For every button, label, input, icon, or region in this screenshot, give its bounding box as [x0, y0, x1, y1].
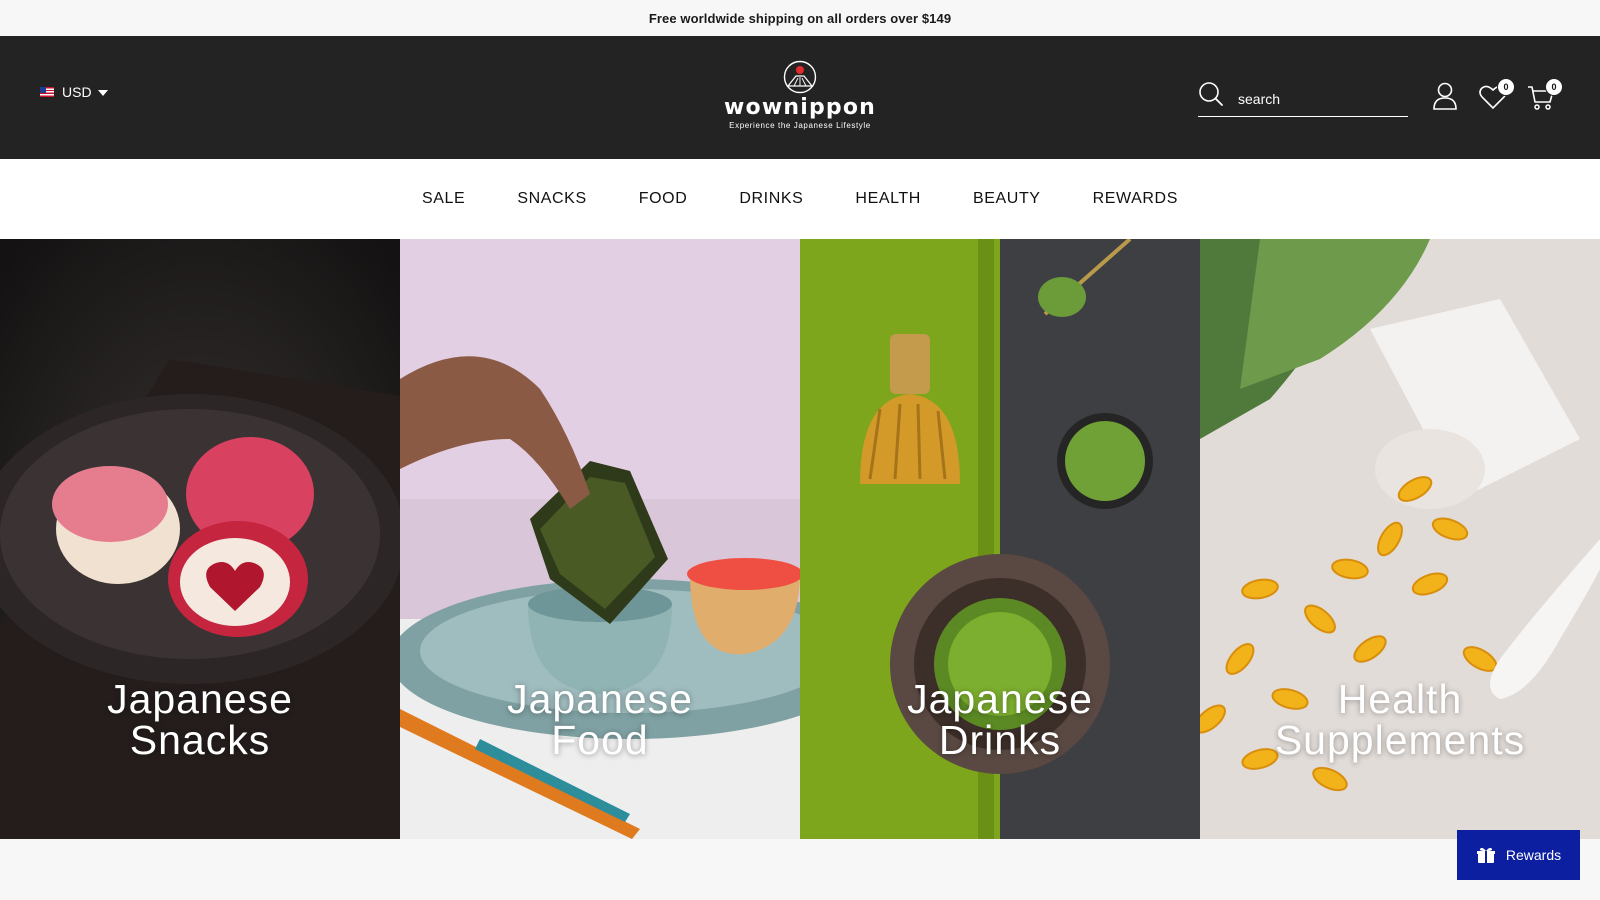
- logo-tagline: Experience the Japanese Lifestyle: [729, 121, 871, 130]
- us-flag-icon: [40, 87, 54, 97]
- category-tile-snacks[interactable]: Japanese Snacks: [0, 239, 400, 839]
- tile-label-drinks: Japanese Drinks: [907, 676, 1093, 763]
- account-button[interactable]: [1432, 81, 1458, 116]
- wishlist-button[interactable]: 0: [1479, 78, 1515, 115]
- wishlist-count-badge: 0: [1497, 78, 1515, 96]
- nav-item-beauty[interactable]: BEAUTY: [947, 190, 1067, 208]
- rewards-button-label: Rewards: [1505, 847, 1562, 863]
- main-navigation: SALE SNACKS FOOD DRINKS HEALTH BEAUTY RE…: [0, 159, 1600, 239]
- nav-item-rewards[interactable]: REWARDS: [1067, 190, 1204, 208]
- user-icon: [1433, 82, 1457, 110]
- logo-wordmark: wownippon: [723, 95, 877, 120]
- nav-item-sale[interactable]: SALE: [396, 190, 491, 208]
- tile-label-health: Health Supplements: [1274, 676, 1526, 763]
- announcement-text: Free worldwide shipping on all orders ov…: [648, 10, 952, 26]
- nav-item-drinks[interactable]: DRINKS: [713, 190, 829, 208]
- tile-label-snacks: Japanese Snacks: [107, 676, 293, 763]
- cart-button[interactable]: 0: [1527, 78, 1563, 117]
- site-header: USD wownippon Experience the Japanese Li…: [0, 36, 1600, 159]
- site-logo[interactable]: wownippon Experience the Japanese Lifest…: [724, 60, 876, 130]
- gift-icon: [1476, 847, 1495, 863]
- currency-selector[interactable]: USD: [40, 84, 108, 100]
- tile-label-food: Japanese Food: [507, 676, 693, 763]
- cart-count-badge: 0: [1545, 78, 1563, 96]
- search-input[interactable]: [1238, 87, 1404, 111]
- nav-item-health[interactable]: HEALTH: [829, 190, 947, 208]
- category-tile-food[interactable]: Japanese Food: [400, 239, 800, 839]
- rewards-button[interactable]: Rewards: [1457, 830, 1580, 880]
- currency-label: USD: [62, 84, 92, 100]
- search-icon[interactable]: [1198, 81, 1224, 107]
- search-box[interactable]: [1198, 81, 1408, 117]
- announcement-bar: Free worldwide shipping on all orders ov…: [0, 0, 1600, 36]
- mount-fuji-logo-icon: [783, 60, 817, 94]
- nav-item-snacks[interactable]: SNACKS: [491, 190, 612, 208]
- nav-item-food[interactable]: FOOD: [613, 190, 714, 208]
- category-tile-health[interactable]: Health Supplements: [1200, 239, 1600, 839]
- category-tiles: Japanese Snacks Japanese Food Japanese D…: [0, 239, 1600, 839]
- caret-down-icon: [97, 90, 108, 96]
- category-tile-drinks[interactable]: Japanese Drinks: [800, 239, 1200, 839]
